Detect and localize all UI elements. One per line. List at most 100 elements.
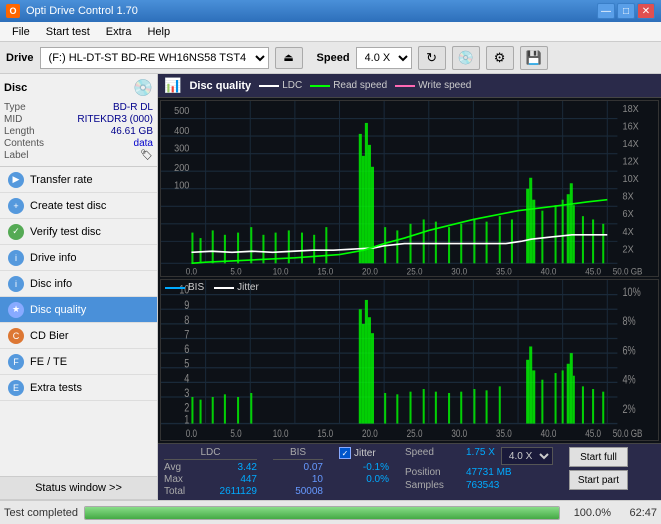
settings-button[interactable]: ⚙ [486,46,514,70]
svg-text:10.0: 10.0 [273,428,289,440]
nav-verify-test-disc[interactable]: ✓ Verify test disc [0,219,157,245]
nav-fe-te[interactable]: F FE / TE [0,349,157,375]
save-button[interactable]: 💾 [520,46,548,70]
speed-select[interactable]: 4.0 X [356,47,412,69]
menu-help[interactable]: Help [139,24,178,40]
samples-key: Samples [405,480,460,491]
status-window-button[interactable]: Status window >> [0,476,157,500]
svg-text:35.0: 35.0 [496,266,512,276]
start-full-button[interactable]: Start full [569,447,628,467]
title-bar-title: Opti Drive Control 1.70 [26,5,138,17]
svg-text:6: 6 [184,343,189,356]
menu-start-test[interactable]: Start test [38,24,98,40]
bis-stats-header: BIS [273,447,323,460]
drive-select[interactable]: (F:) HL-DT-ST BD-RE WH16NS58 TST4 [40,47,269,69]
chart-header-icon: 📊 [164,77,181,94]
svg-text:300: 300 [174,143,189,154]
svg-text:5: 5 [184,358,189,371]
nav-disc-quality[interactable]: ★ Disc quality [0,297,157,323]
svg-text:35.0: 35.0 [496,428,512,440]
type-label: Type [4,102,26,113]
svg-text:30.0: 30.0 [451,428,467,440]
svg-text:8X: 8X [623,191,635,202]
svg-text:50.0 GB: 50.0 GB [613,428,643,440]
legend-write-color [395,85,415,87]
nav-create-test-disc[interactable]: + Create test disc [0,193,157,219]
drive-label: Drive [6,52,34,64]
nav-fe-te-label: FE / TE [30,356,67,368]
svg-text:6%: 6% [623,345,637,358]
disc-info-panel: Disc 💿 Type BD-R DL MID RITEKDR3 (000) L… [0,74,157,167]
disc-info-icon: i [8,276,24,292]
svg-text:4%: 4% [623,374,637,387]
disc-button[interactable]: 💿 [452,46,480,70]
nav-cd-bier[interactable]: C CD Bier [0,323,157,349]
svg-text:2X: 2X [623,244,635,255]
menu-extra[interactable]: Extra [98,24,140,40]
ldc-chart-svg: 500 400 300 200 100 18X 16X 14X 12X 10X … [161,101,658,276]
svg-text:0.0: 0.0 [186,428,197,440]
ldc-avg: 3.42 [207,462,257,473]
bis-total: 50008 [273,486,323,497]
app-icon: O [6,4,20,18]
nav-disc-info-label: Disc info [30,278,72,290]
refresh-button[interactable]: ↻ [418,46,446,70]
bis-chart-svg: 10 9 8 7 6 5 4 3 2 1 10% 8% [161,280,658,440]
ldc-chart: 500 400 300 200 100 18X 16X 14X 12X 10X … [160,100,659,277]
eject-button[interactable]: ⏏ [275,47,303,69]
type-value: BD-R DL [113,102,153,113]
title-bar: O Opti Drive Control 1.70 — □ ✕ [0,0,661,22]
jitter-max: 0.0% [339,474,389,485]
svg-text:15.0: 15.0 [317,428,333,440]
label-icon: 🏷 [140,150,153,161]
legend-bis: BIS [165,282,204,293]
nav-disc-info[interactable]: i Disc info [0,271,157,297]
start-part-button[interactable]: Start part [569,470,628,490]
progress-fill [85,507,559,519]
nav-transfer-rate-label: Transfer rate [30,174,93,186]
ldc-max: 447 [207,474,257,485]
progress-bar-container: Test completed 100.0% 62:47 [0,500,661,524]
jitter-checkbox[interactable]: ✓ [339,447,351,459]
minimize-button[interactable]: — [597,3,615,19]
menu-bar: File Start test Extra Help [0,22,661,42]
svg-text:25.0: 25.0 [407,266,423,276]
speed-selector[interactable]: 4.0 X [501,447,553,465]
speed-label: Speed [317,52,350,64]
svg-text:6X: 6X [623,209,635,220]
jitter-label: Jitter [354,448,376,459]
nav-extra-tests[interactable]: E Extra tests [0,375,157,401]
svg-text:400: 400 [174,126,189,137]
svg-text:20.0: 20.0 [362,428,378,440]
svg-text:10.0: 10.0 [273,266,289,276]
legend-write-speed: Write speed [395,80,471,91]
cd-bier-icon: C [8,328,24,344]
svg-text:16X: 16X [623,121,640,132]
max-label: Max [164,474,199,485]
svg-text:18X: 18X [623,104,640,115]
svg-text:1: 1 [184,414,189,427]
progress-track [84,506,560,520]
nav-cd-bier-label: CD Bier [30,330,69,342]
contents-label: Contents [4,138,44,149]
legend-read-speed: Read speed [310,80,387,91]
position-value: 47731 MB [466,467,512,478]
contents-value: data [134,138,153,149]
maximize-button[interactable]: □ [617,3,635,19]
svg-text:15.0: 15.0 [317,266,333,276]
samples-value: 763543 [466,480,499,491]
nav-drive-info[interactable]: i Drive info [0,245,157,271]
bis-max: 10 [273,474,323,485]
transfer-rate-icon: ▶ [8,172,24,188]
svg-text:14X: 14X [623,139,640,150]
disc-quality-icon: ★ [8,302,24,318]
nav-transfer-rate[interactable]: ▶ Transfer rate [0,167,157,193]
bis-chart: BIS Jitter [160,279,659,441]
svg-text:5.0: 5.0 [230,266,242,276]
svg-text:0.0: 0.0 [186,266,198,276]
length-value: 46.61 GB [111,126,153,137]
verify-test-disc-icon: ✓ [8,224,24,240]
close-button[interactable]: ✕ [637,3,655,19]
menu-file[interactable]: File [4,24,38,40]
drive-bar: Drive (F:) HL-DT-ST BD-RE WH16NS58 TST4 … [0,42,661,74]
